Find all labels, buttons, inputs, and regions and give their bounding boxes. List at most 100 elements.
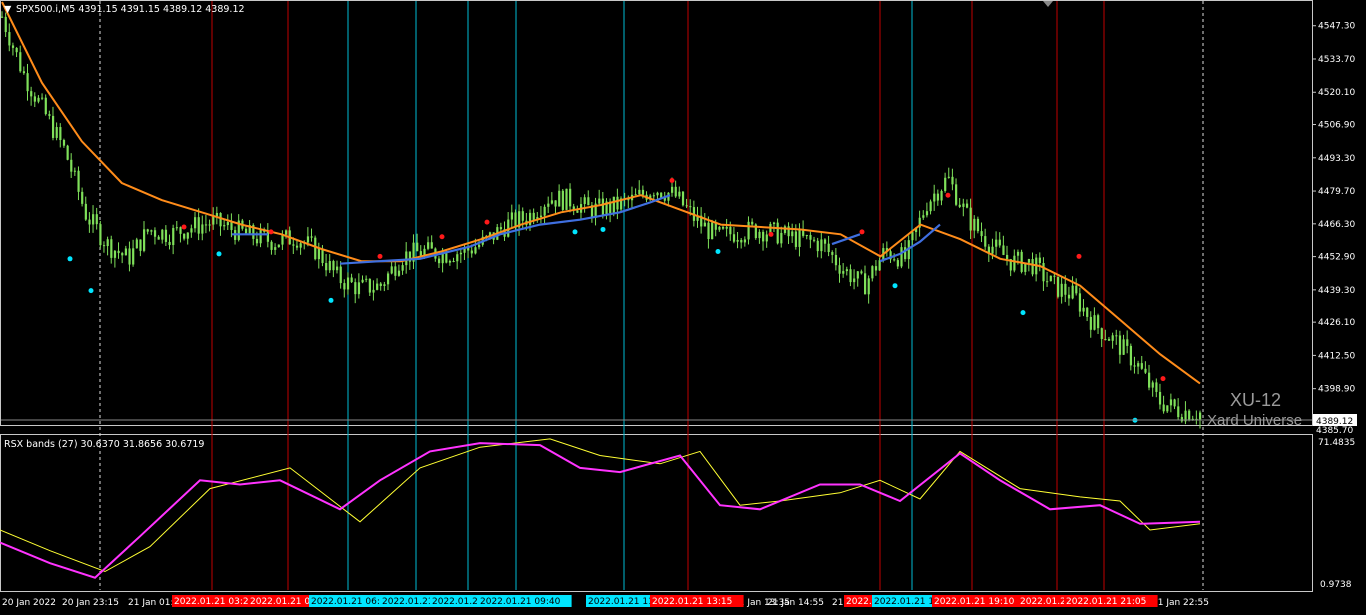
- candle-body: [343, 283, 346, 290]
- candle-body: [736, 239, 739, 242]
- sell-signal-dot: [181, 224, 187, 230]
- candle-body: [44, 97, 47, 115]
- indicator-bottom-value: 0.9738: [1320, 580, 1352, 590]
- price-label: 4547.30: [1318, 22, 1355, 32]
- candle-body: [99, 224, 102, 246]
- candle-body: [783, 226, 787, 233]
- candle-body: [1169, 399, 1173, 406]
- candle-body: [81, 191, 84, 204]
- price-label: 4439.30: [1318, 286, 1355, 296]
- candle-body: [772, 222, 776, 224]
- candle-body: [1016, 251, 1020, 256]
- chart-menu-icon[interactable]: ▼: [4, 4, 12, 15]
- candle-body: [900, 247, 903, 267]
- time-tag-label: 2022.: [846, 597, 872, 607]
- candle-body: [259, 229, 262, 244]
- main-pane[interactable]: [0, 0, 1313, 426]
- candle-body: [405, 251, 408, 266]
- buy-signal-dot: [1020, 310, 1026, 316]
- candle-body: [299, 243, 302, 248]
- candle-body: [95, 214, 98, 225]
- candle-body: [743, 239, 747, 243]
- chart-area[interactable]: 4547.30 4533.70 4520.10 4506.90 4493.30 4479.…: [0, 0, 1366, 615]
- candle-body: [190, 228, 193, 233]
- candle-body: [132, 248, 135, 265]
- candle-body: [1180, 417, 1183, 422]
- candle-body: [1129, 345, 1133, 366]
- candle-body: [583, 197, 586, 205]
- candle-body: [984, 236, 987, 247]
- candle-body: [951, 176, 954, 185]
- candle-body: [55, 127, 58, 138]
- candle-body: [33, 96, 36, 102]
- candle-body: [944, 177, 947, 191]
- time-tag-label: 2022.01.21 0: [250, 597, 310, 607]
- price-label: 4452.90: [1318, 253, 1355, 263]
- sell-signal-dot: [377, 253, 383, 259]
- rsx-main-line: [0, 442, 1201, 579]
- candle-body: [77, 170, 80, 192]
- candle-body: [845, 269, 848, 272]
- buy-signal-dot: [328, 297, 334, 303]
- candle-body: [1089, 316, 1092, 330]
- shift-marker-icon[interactable]: [1043, 1, 1053, 7]
- candle-body: [678, 191, 681, 197]
- time-tags: 2022.01.21 03:202022.01.21 0 2022.01.21 0…: [172, 595, 1158, 607]
- candle-body: [616, 196, 619, 210]
- candle-body: [980, 231, 983, 237]
- candle-body: [685, 205, 688, 207]
- candle-body: [383, 284, 386, 286]
- candle-body: [565, 188, 568, 210]
- candle-body: [15, 47, 18, 53]
- candle-body: [255, 238, 259, 244]
- sell-signal-dot: [268, 229, 274, 235]
- candle-body: [612, 196, 615, 214]
- candle-body: [558, 190, 561, 207]
- candle-body: [1049, 275, 1052, 282]
- candle-body: [41, 97, 44, 99]
- candle-body: [740, 239, 743, 243]
- price-level-bottom: 4385.70: [1316, 426, 1353, 436]
- candle-body: [1111, 335, 1114, 341]
- candle-body: [1071, 285, 1074, 299]
- candle-body: [922, 215, 925, 218]
- price-label: 4493.30: [1318, 154, 1355, 164]
- price-label: 4412.50: [1318, 351, 1355, 361]
- candle-body: [350, 277, 353, 283]
- candle-body: [88, 219, 91, 225]
- candle-body: [183, 233, 186, 239]
- time-tag-label: 2022.01.21 21:05: [1066, 597, 1146, 607]
- candle-body: [223, 225, 226, 227]
- candle-body: [973, 218, 976, 231]
- candle-body: [689, 206, 692, 208]
- sell-signal-dot: [1076, 253, 1082, 259]
- candle-body: [1177, 406, 1180, 418]
- candle-body: [1078, 293, 1082, 312]
- candle-body: [933, 193, 936, 202]
- buy-signal-dot: [67, 256, 73, 262]
- time-tag-label: 2022.01.21 1: [874, 597, 934, 607]
- candle-body: [452, 260, 455, 262]
- candle-body: [146, 229, 149, 232]
- candle-body: [929, 201, 932, 212]
- candle-body: [816, 240, 819, 252]
- time-tag-label: 2022.01.21: [382, 597, 434, 607]
- candle-body: [394, 266, 397, 276]
- indicator-label: RSX bands (27) 30.6370 31.8656 30.6719: [4, 439, 204, 450]
- candle-body: [157, 236, 160, 240]
- candle-body: [1126, 339, 1129, 346]
- candle-body: [186, 232, 189, 239]
- candle-body: [143, 229, 146, 251]
- candle-body: [860, 271, 863, 274]
- candle-body: [991, 246, 994, 254]
- candle-body: [4, 16, 7, 33]
- candle-body: [208, 224, 211, 226]
- candle-body: [995, 239, 998, 247]
- sell-signal-dot: [1160, 376, 1166, 382]
- candle-body: [474, 247, 477, 254]
- candle-body: [1107, 338, 1111, 341]
- candle-body: [1031, 259, 1034, 275]
- candle-body: [270, 241, 273, 250]
- candle-body: [1038, 257, 1041, 263]
- price-label: 4533.70: [1318, 55, 1355, 65]
